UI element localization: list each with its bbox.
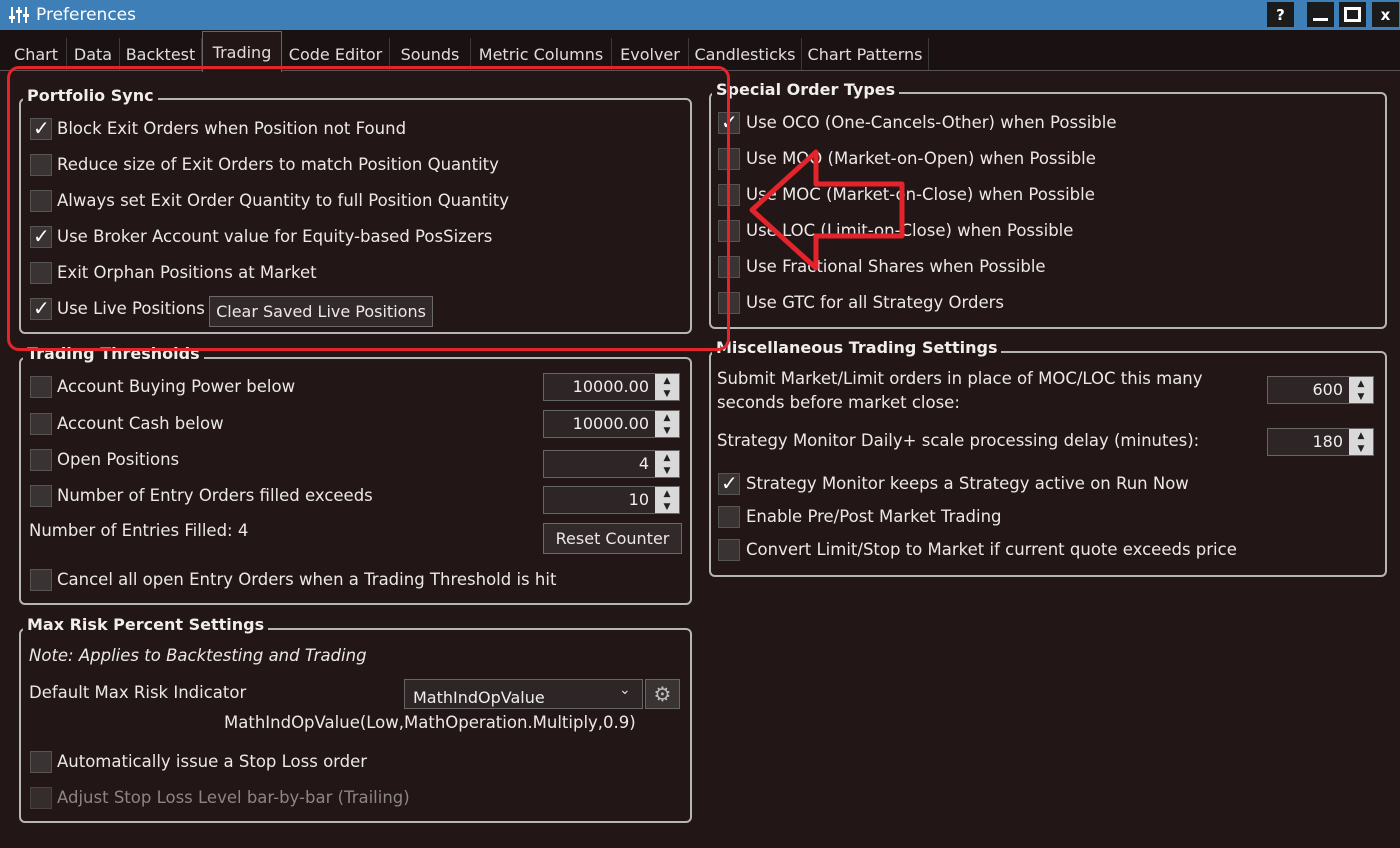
buying-power-checkbox[interactable] (30, 376, 52, 398)
max-risk-indicator-value: MathIndOpValue (413, 688, 545, 707)
highlight-box-annotation (7, 66, 730, 351)
account-cash-stepper[interactable]: 10000.00 ▲ ▼ (543, 410, 680, 438)
max-risk-title: Max Risk Percent Settings (23, 615, 269, 634)
maximize-button[interactable] (1339, 2, 1366, 27)
stepper-up-icon[interactable]: ▲ (1349, 377, 1373, 390)
max-risk-indicator-select[interactable]: MathIndOpValue ⌄ (404, 679, 643, 709)
open-positions-value: 4 (638, 454, 649, 473)
chevron-down-icon: ⌄ (619, 682, 631, 698)
help-button[interactable]: ? (1267, 2, 1294, 27)
account-cash-value: 10000.00 (572, 414, 649, 433)
stepper-down-icon[interactable]: ▼ (655, 387, 679, 400)
processing-delay-stepper[interactable]: 180 ▲ ▼ (1267, 428, 1374, 456)
max-risk-note: Note: Applies to Backtesting and Trading (29, 646, 367, 665)
processing-delay-value: 180 (1312, 432, 1343, 451)
use-gtc-label: Use GTC for all Strategy Orders (746, 293, 1005, 312)
entry-orders-filled-label: Number of Entry Orders filled exceeds (57, 486, 373, 505)
stepper-up-icon[interactable]: ▲ (655, 411, 679, 424)
trailing-stop-label: Adjust Stop Loss Level bar-by-bar (Trail… (57, 788, 410, 807)
convert-limit-stop-checkbox[interactable] (718, 539, 740, 561)
account-cash-label: Account Cash below (57, 414, 224, 433)
stop-loss-checkbox[interactable] (30, 751, 52, 773)
reset-counter-button[interactable]: Reset Counter (543, 523, 682, 554)
entries-filled-text: Number of Entries Filled: 4 (29, 521, 249, 540)
max-risk-indicator-label: Default Max Risk Indicator (29, 683, 247, 702)
stepper-down-icon[interactable]: ▼ (1349, 390, 1373, 403)
entry-orders-filled-stepper[interactable]: 10 ▲ ▼ (543, 486, 680, 514)
cancel-entry-orders-label: Cancel all open Entry Orders when a Trad… (57, 570, 557, 589)
stepper-up-icon[interactable]: ▲ (1349, 429, 1373, 442)
title-bar (0, 0, 1400, 30)
keep-strategy-active-label: Strategy Monitor keeps a Strategy active… (746, 474, 1189, 493)
stepper-up-icon[interactable]: ▲ (655, 487, 679, 500)
open-positions-checkbox[interactable] (30, 449, 52, 471)
convert-limit-stop-label: Convert Limit/Stop to Market if current … (746, 540, 1237, 559)
entry-orders-filled-value: 10 (628, 490, 649, 509)
stepper-up-icon[interactable]: ▲ (655, 451, 679, 464)
pre-post-market-label: Enable Pre/Post Market Trading (746, 507, 1002, 526)
stepper-down-icon[interactable]: ▼ (655, 424, 679, 437)
stop-loss-label: Automatically issue a Stop Loss order (57, 752, 368, 771)
stepper-down-icon[interactable]: ▼ (655, 500, 679, 513)
buying-power-value: 10000.00 (572, 377, 649, 396)
tab-chart-patterns[interactable]: Chart Patterns (802, 38, 929, 70)
pre-post-market-checkbox[interactable] (718, 506, 740, 528)
stepper-down-icon[interactable]: ▼ (1349, 442, 1373, 455)
open-positions-label: Open Positions (57, 450, 180, 469)
close-button[interactable]: x (1372, 2, 1399, 27)
special-order-types-title: Special Order Types (712, 80, 900, 99)
misc-trading-title: Miscellaneous Trading Settings (712, 338, 1002, 357)
max-risk-indicator-expression: MathIndOpValue(Low,MathOperation.Multipl… (224, 713, 636, 732)
submit-orders-label-line2: seconds before market close: (717, 393, 960, 412)
stepper-up-icon[interactable]: ▲ (655, 374, 679, 387)
minimize-button[interactable] (1307, 2, 1334, 27)
window-title: Preferences (36, 5, 136, 25)
keep-strategy-active-checkbox[interactable] (718, 471, 740, 495)
submit-orders-label-line1: Submit Market/Limit orders in place of M… (717, 369, 1203, 388)
settings-sliders-icon (9, 7, 29, 23)
buying-power-stepper[interactable]: 10000.00 ▲ ▼ (543, 373, 680, 401)
submit-seconds-value: 600 (1312, 380, 1343, 399)
submit-seconds-stepper[interactable]: 600 ▲ ▼ (1267, 376, 1374, 404)
gear-icon[interactable]: ⚙ (645, 679, 680, 709)
buying-power-label: Account Buying Power below (57, 377, 296, 396)
entry-orders-filled-checkbox[interactable] (30, 485, 52, 507)
account-cash-checkbox[interactable] (30, 413, 52, 435)
open-positions-stepper[interactable]: 4 ▲ ▼ (543, 450, 680, 478)
trailing-stop-checkbox[interactable] (30, 787, 52, 809)
use-oco-label: Use OCO (One-Cancels-Other) when Possibl… (746, 113, 1117, 132)
cancel-entry-orders-checkbox[interactable] (30, 569, 52, 591)
processing-delay-label: Strategy Monitor Daily+ scale processing… (717, 431, 1200, 450)
stepper-down-icon[interactable]: ▼ (655, 464, 679, 477)
arrow-left-annotation-icon (749, 149, 905, 271)
